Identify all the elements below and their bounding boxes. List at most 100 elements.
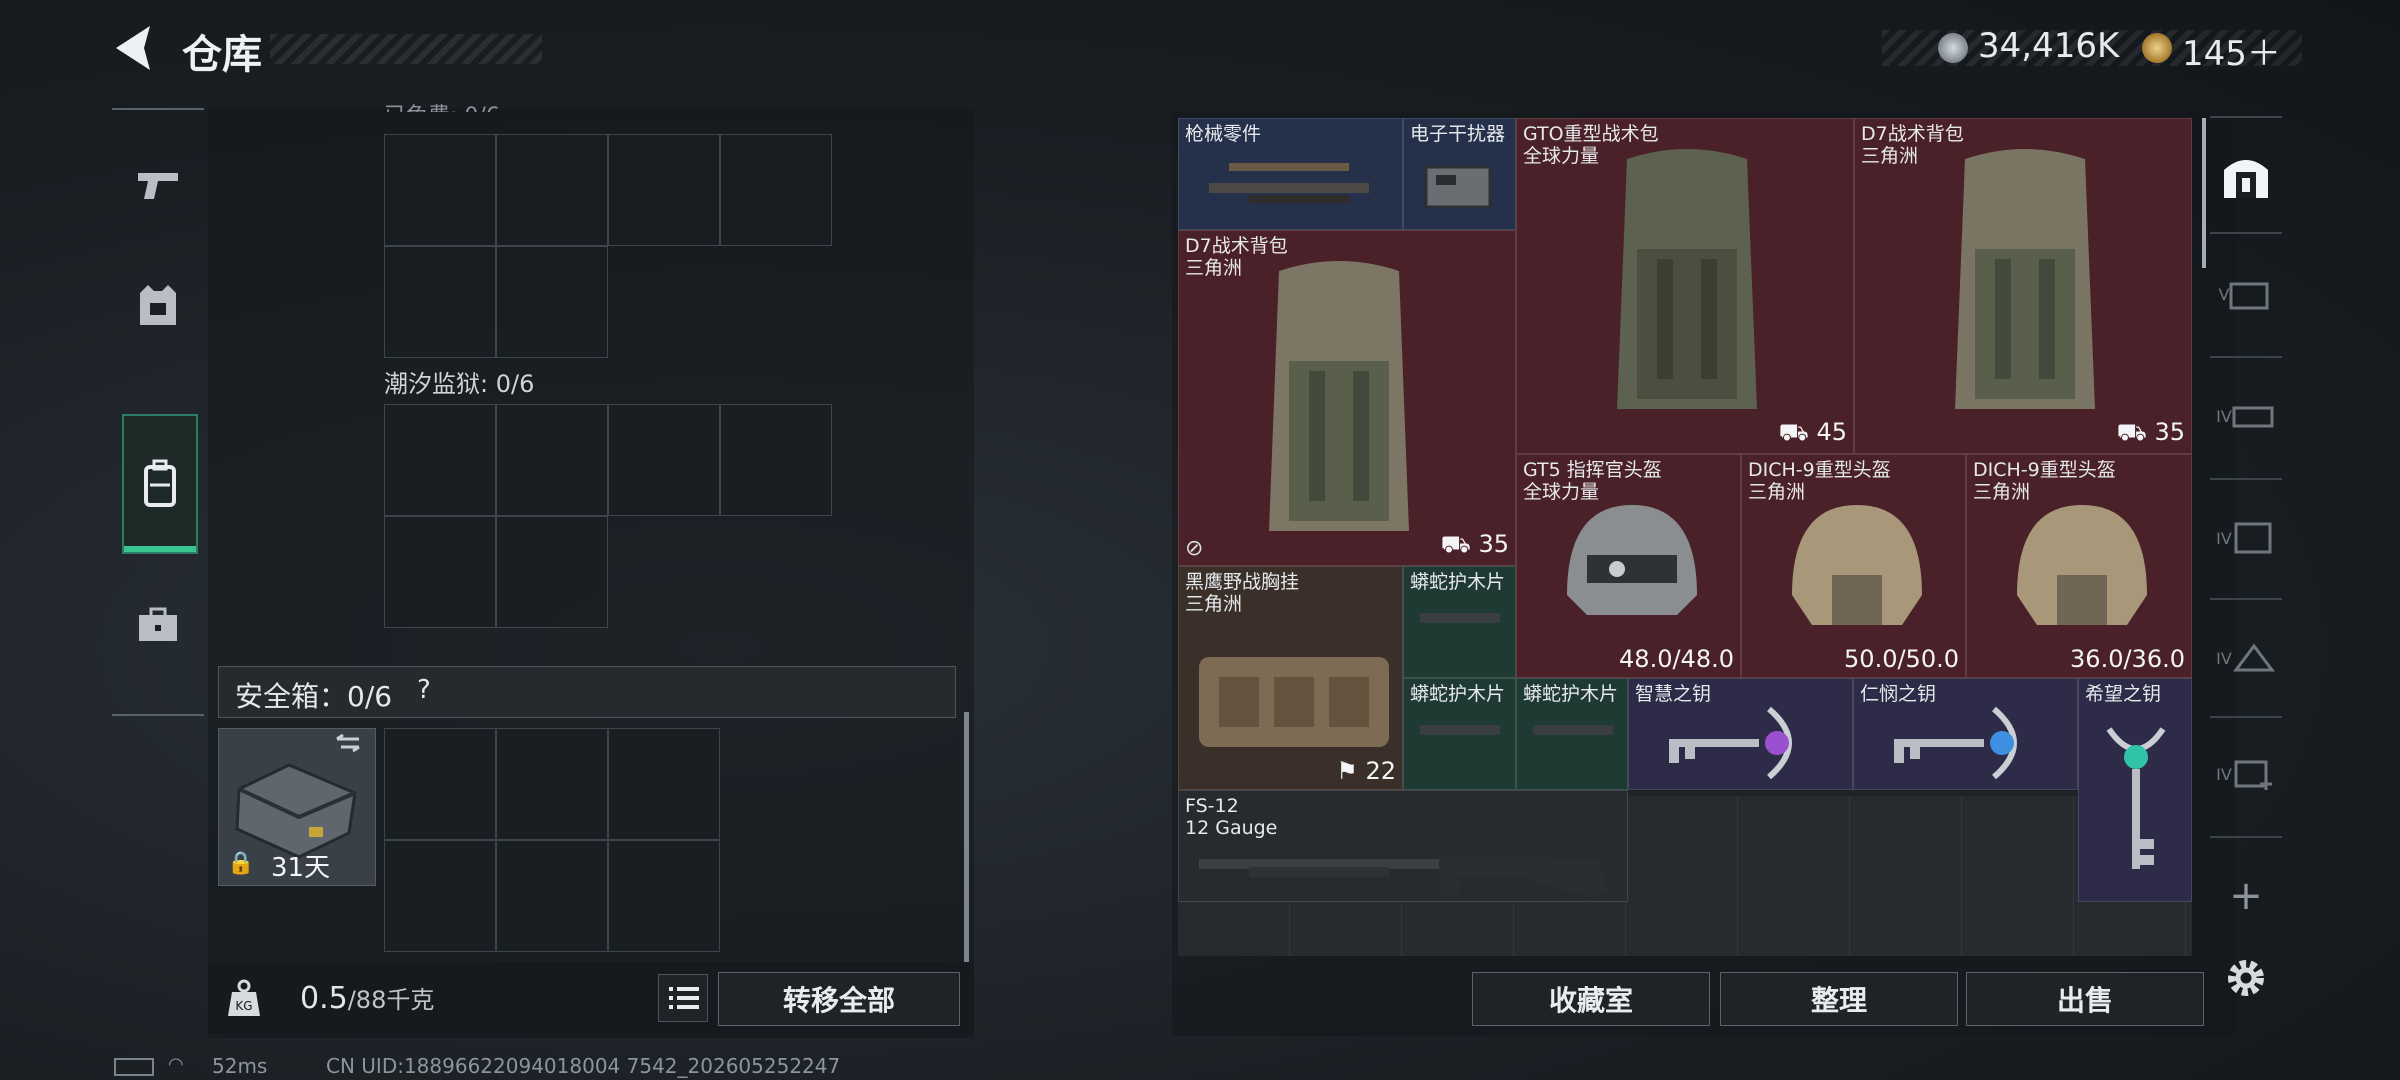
- item-name: D7战术背包 三角洲: [1861, 123, 1964, 167]
- add-box-icon: [2234, 760, 2272, 790]
- handguard-icon: [1420, 613, 1500, 623]
- storage-box-icon: [2229, 282, 2269, 310]
- item-dich9-helmet[interactable]: DICH-9重型头盔 三角洲 50.0/50.0: [1741, 454, 1966, 678]
- no-sell-icon: ⊘: [1185, 536, 1204, 561]
- grid-slot[interactable]: [496, 840, 608, 952]
- tier4-tab-c[interactable]: IV: [2206, 608, 2286, 708]
- sell-button[interactable]: 出售: [1966, 972, 2204, 1026]
- item-handguard[interactable]: 蟒蛇护木片: [1403, 566, 1516, 678]
- helmet-icon: [2017, 505, 2147, 625]
- grid-slot[interactable]: [384, 516, 496, 628]
- weapon-box-icon: [2232, 406, 2274, 428]
- settings-button[interactable]: [2206, 928, 2286, 1028]
- tab-divider: [2210, 116, 2282, 118]
- item-quantity: ⛟ 45: [1778, 418, 1847, 446]
- grid-slot[interactable]: [384, 134, 496, 246]
- shotgun-icon: [1199, 855, 1609, 897]
- tab-divider: [2210, 716, 2282, 718]
- item-name: 蟒蛇护木片: [1523, 683, 1619, 705]
- weight-capacity: /88千克: [347, 986, 435, 1014]
- item-jammer[interactable]: 电子干扰器: [1403, 118, 1516, 230]
- back-arrow-icon: [116, 26, 150, 70]
- help-icon[interactable]: ?: [417, 675, 431, 705]
- grid-slot[interactable]: [608, 728, 720, 840]
- coin-icon: [1938, 33, 1968, 63]
- grid-slot[interactable]: [608, 134, 720, 246]
- transfer-all-button[interactable]: 转移全部: [718, 972, 960, 1026]
- item-key-mercy[interactable]: 仁悯之钥: [1853, 678, 2078, 790]
- helmet-icon: [1567, 505, 1697, 615]
- grid-slot[interactable]: [496, 404, 608, 516]
- list-icon: [669, 987, 699, 1009]
- item-gt5-helmet[interactable]: GT5 指挥官头盔 全球力量 48.0/48.0: [1516, 454, 1741, 678]
- item-quantity: ⛟ 35: [2116, 418, 2185, 446]
- item-name: 仁悯之钥: [1860, 683, 1937, 705]
- key-icon: [2106, 727, 2166, 869]
- safebox-item[interactable]: 🔒 31天: [218, 728, 376, 886]
- grid-slot[interactable]: [608, 840, 720, 952]
- item-dich9-helmet[interactable]: DICH-9重型头盔 三角洲 36.0/36.0: [1966, 454, 2192, 678]
- container-label: 潮汐监狱: 0/6: [384, 370, 535, 398]
- weight-icon: KG: [224, 978, 264, 1018]
- premium-currency[interactable]: 145＋: [2182, 26, 2281, 75]
- tier4-tab-d[interactable]: IV: [2206, 724, 2286, 824]
- item-chest-rig[interactable]: 黑鹰野战胸挂 三角洲 ⚑ 22: [1178, 566, 1403, 790]
- gun-parts-icon: [1209, 163, 1369, 203]
- back-button[interactable]: [110, 22, 158, 74]
- safehouse-tab[interactable]: [2206, 126, 2286, 226]
- handguard-icon: [1533, 725, 1613, 735]
- title-decoration: [270, 34, 542, 64]
- grid-slot[interactable]: [496, 728, 608, 840]
- gold-coin-icon: [2142, 33, 2172, 63]
- durability: 50.0/50.0: [1844, 645, 1959, 673]
- case-category[interactable]: [124, 580, 192, 670]
- grid-slot[interactable]: [496, 246, 608, 358]
- tier5-tab[interactable]: V: [2206, 244, 2286, 344]
- durability: 48.0/48.0: [1619, 645, 1734, 673]
- item-name: 希望之钥: [2085, 683, 2162, 705]
- tab-divider: [2210, 356, 2282, 358]
- grid-slot[interactable]: [384, 246, 496, 358]
- item-handguard[interactable]: 蟒蛇护木片: [1516, 678, 1628, 790]
- briefcase-icon: [139, 607, 177, 641]
- grid-slot[interactable]: [384, 404, 496, 516]
- item-quantity: ⚑ 22: [1336, 757, 1396, 785]
- item-key-hope[interactable]: 希望之钥: [2078, 678, 2192, 902]
- inventory-grid: 枪械零件 电子干扰器 GTO重型战术包 全球力量 ⛟ 45 D7战术背包 三角洲 ⛟…: [1178, 118, 2192, 956]
- item-fs12-shotgun[interactable]: FS-12 12 Gauge: [1178, 790, 1628, 902]
- helmet-icon: [1792, 505, 1922, 625]
- collection-button[interactable]: 收藏室: [1472, 972, 1710, 1026]
- item-d7-backpack[interactable]: D7战术背包 三角洲 ⊘ ⛟ 35: [1178, 230, 1516, 566]
- weight-readout: 0.5/88千克: [300, 980, 434, 1016]
- item-name: 电子干扰器: [1410, 123, 1506, 145]
- grid-slot[interactable]: [384, 840, 496, 952]
- item-name: FS-12 12 Gauge: [1185, 795, 1278, 839]
- item-gto-backpack[interactable]: GTO重型战术包 全球力量 ⛟ 45: [1516, 118, 1854, 454]
- time-remaining: 31天: [271, 853, 331, 883]
- item-name: GT5 指挥官头盔 全球力量: [1523, 459, 1662, 503]
- grid-slot[interactable]: [496, 516, 608, 628]
- list-view-button[interactable]: [658, 974, 708, 1022]
- grid-slot[interactable]: [720, 404, 832, 516]
- backpack-category[interactable]: [122, 414, 198, 554]
- scrollbar[interactable]: [964, 712, 969, 962]
- weapon-category[interactable]: [124, 140, 192, 230]
- item-gun-parts[interactable]: 枪械零件: [1178, 118, 1403, 230]
- grid-slot[interactable]: [720, 134, 832, 246]
- item-key-wisdom[interactable]: 智慧之钥: [1628, 678, 1853, 790]
- grid-slot[interactable]: [384, 728, 496, 840]
- tier4-tab-a[interactable]: IV: [2206, 366, 2286, 466]
- grid-slot[interactable]: [496, 134, 608, 246]
- electronic-jammer-icon: [1424, 165, 1492, 209]
- armor-category[interactable]: [124, 260, 192, 350]
- durability: 36.0/36.0: [2070, 645, 2185, 673]
- item-d7-backpack[interactable]: D7战术背包 三角洲 ⛟ 35: [1854, 118, 2192, 454]
- tier4-tab-b[interactable]: IV: [2206, 488, 2286, 588]
- wifi-icon: ◠: [168, 1054, 184, 1075]
- item-name: 蟒蛇护木片: [1410, 571, 1506, 593]
- item-name: 黑鹰野战胸挂 三角洲: [1185, 571, 1300, 615]
- item-handguard[interactable]: 蟒蛇护木片: [1403, 678, 1516, 790]
- uid-readout: CN UID:18896622094018004 7542_2026052522…: [326, 1054, 841, 1078]
- organize-button[interactable]: 整理: [1720, 972, 1958, 1026]
- grid-slot[interactable]: [608, 404, 720, 516]
